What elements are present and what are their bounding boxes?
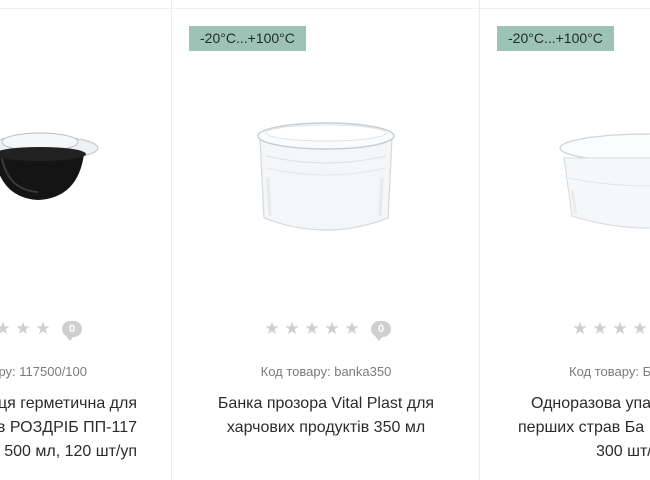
temperature-badge: -20°C...+100°C <box>189 26 306 51</box>
product-title-line: 500 мл, 120 шт/уп <box>4 443 137 460</box>
star-icon: ★ <box>304 319 320 339</box>
product-title-line: Банка прозора Vital Plast для <box>217 395 435 412</box>
product-code-value: 117500/100 <box>19 364 87 379</box>
rating: ★ ★ ★ 0 <box>0 319 82 341</box>
reviews-count-badge[interactable]: 0 <box>62 321 82 341</box>
product-code-label: Код товару: <box>260 364 331 379</box>
product-title-line: перших страв Ба <box>518 419 645 436</box>
star-icon: ★ <box>284 319 300 339</box>
star-icon: ★ <box>612 319 628 339</box>
product-title-line: перших страв РОЗДРІБ ПП-117 <box>0 419 137 436</box>
star-icon: ★ <box>15 319 31 339</box>
product-code: Код товару: 117500/100 <box>0 364 87 379</box>
product-image-black-bowl[interactable] <box>0 120 110 210</box>
product-title[interactable]: Одноразова супниця герметична для перших… <box>0 392 137 464</box>
product-title-line: харчових продуктів 350 мл <box>226 419 426 436</box>
product-title-line: Одноразова упаковка для <box>531 395 650 412</box>
product-code-value: banka350 <box>334 364 392 379</box>
product-code-value: Б <box>642 364 650 379</box>
star-icon: ★ <box>324 319 340 339</box>
rating: ★ ★ ★ ★ <box>571 320 649 338</box>
rating: ★ ★ ★ ★ ★ 0 <box>263 319 391 341</box>
star-icon: ★ <box>35 319 51 339</box>
reviews-count-badge[interactable]: 0 <box>371 321 391 341</box>
product-code-label: Код товару: <box>569 364 639 379</box>
product-card-2[interactable]: -20°C...+100°C ★ ★ ★ ★ ★ 0 Код товару: b… <box>172 0 480 480</box>
star-icon: ★ <box>592 319 608 339</box>
star-icon: ★ <box>572 319 588 339</box>
product-code: Код товару: banka350 <box>172 364 480 379</box>
product-title[interactable]: Банка прозора Vital Plast для харчових п… <box>172 392 480 440</box>
product-image-clear-container[interactable] <box>558 128 650 238</box>
star-icon: ★ <box>632 319 648 339</box>
product-title-line: 300 шт/уп <box>596 443 650 460</box>
product-card-3[interactable]: -20°C...+100°C ★ ★ ★ ★ Код товару: Б Одн… <box>480 0 650 480</box>
product-title-line: Одноразова супниця герметична для <box>0 395 137 412</box>
star-icon: ★ <box>344 319 360 339</box>
star-icon: ★ <box>264 319 280 339</box>
product-title[interactable]: Одноразова упаковка для перших страв Ба … <box>518 392 650 464</box>
product-image-clear-jar[interactable] <box>254 118 399 243</box>
product-code-label: Код товару: <box>0 364 16 379</box>
star-icon: ★ <box>0 319 11 339</box>
product-code: Код товару: Б <box>569 364 650 379</box>
product-grid: ★ ★ ★ 0 Код товару: 117500/100 Одноразов… <box>0 0 650 480</box>
temperature-badge: -20°C...+100°C <box>497 26 614 51</box>
product-card-1[interactable]: ★ ★ ★ 0 Код товару: 117500/100 Одноразов… <box>0 0 171 480</box>
